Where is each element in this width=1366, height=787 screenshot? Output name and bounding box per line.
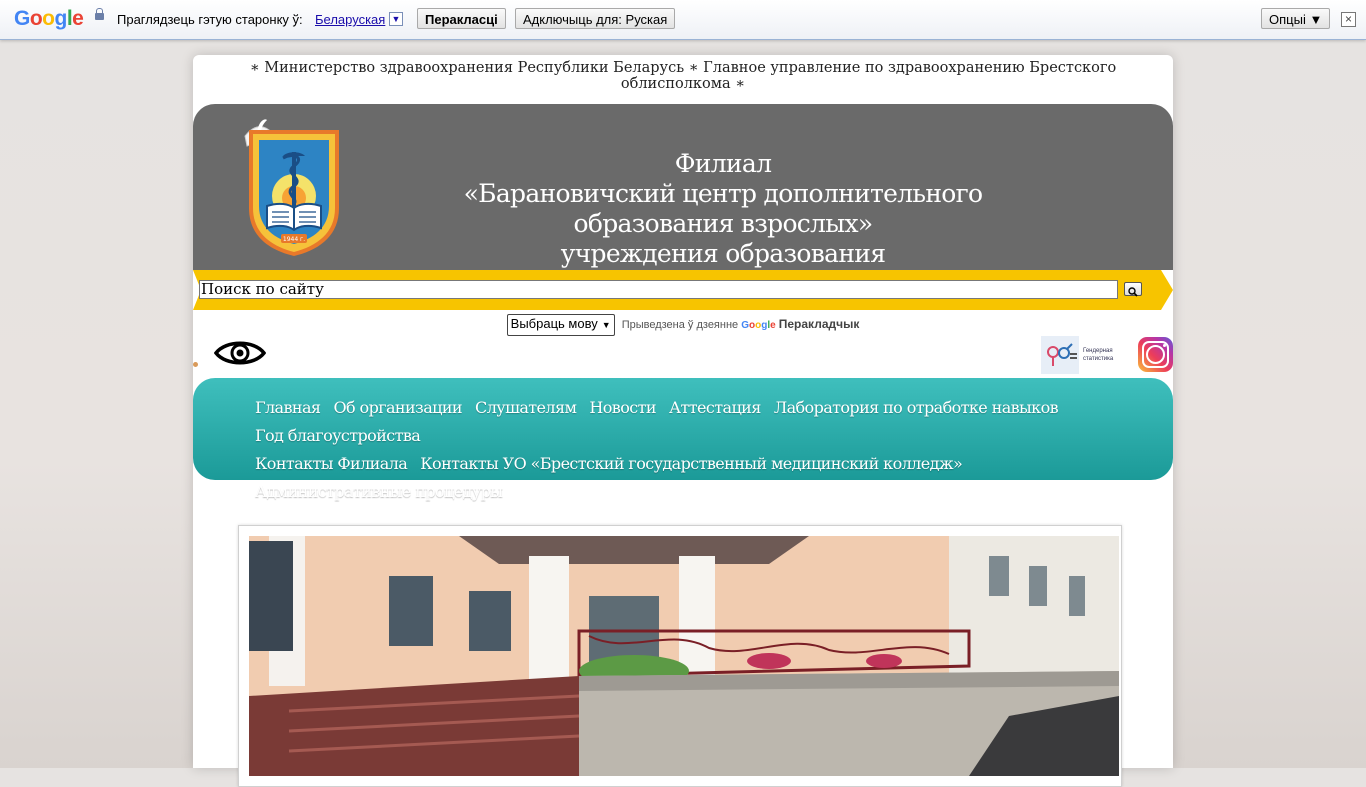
nav-item-news[interactable]: Новости [589, 398, 656, 417]
eye-icon[interactable] [214, 338, 266, 368]
page-container: ∗ Министерство здравоохранения Республик… [193, 55, 1173, 787]
college-emblem-icon: 1944 г. [244, 119, 339, 256]
instagram-icon[interactable] [1138, 337, 1173, 372]
translate-widget: Выбраць мову ▼ Прыведзена ў дзеянне Googl… [193, 314, 1173, 336]
site-header: 1944 г. Филиал «Барановичский центр допо… [193, 104, 1173, 328]
gender-label-line: Гендерная [1083, 348, 1113, 354]
google-small-logo: Google [741, 319, 776, 331]
gender-statistics-badge[interactable]: Гендерная статистика [1041, 336, 1119, 374]
nav-item-branch-contacts[interactable]: Контакты Филиала [255, 454, 408, 473]
translator-link[interactable]: Перакладчык [779, 317, 860, 331]
nav-row: Главная Об организации Слушателям Новост… [255, 394, 1115, 450]
powered-by-text: Прыведзена ў дзеянне [621, 318, 739, 331]
main-navigation: Главная Об организации Слушателям Новост… [193, 378, 1173, 501]
svg-text:1944 г.: 1944 г. [283, 236, 305, 243]
photo-frame [238, 525, 1122, 787]
search-band: Поиск по сайту [193, 270, 1173, 310]
title-line: Филиал [674, 149, 772, 178]
nav-item-home[interactable]: Главная [255, 398, 321, 417]
google-translate-bar: Google Праглядзець гэтую старонку ў: Бел… [0, 0, 1366, 40]
google-logo: Google [14, 7, 84, 30]
nav-item-year[interactable]: Год благоустройства [255, 426, 421, 445]
search-input[interactable]: Поиск по сайту [199, 280, 1118, 299]
bullet-dot [193, 362, 198, 367]
nav-item-college-contacts[interactable]: Контакты УО «Брестский государственный м… [420, 454, 962, 473]
gender-label-line: статистика [1083, 356, 1114, 362]
nav-item-students[interactable]: Слушателям [475, 398, 577, 417]
turn-off-button[interactable]: Адключыць для: Руская [515, 8, 676, 29]
title-line: «Барановичский центр дополнительного обр… [463, 179, 984, 238]
nav-item-about[interactable]: Об организации [334, 398, 463, 417]
ministry-line: ∗ Министерство здравоохранения Республик… [249, 60, 1117, 92]
language-dropdown-icon[interactable]: ▼ [389, 12, 403, 26]
translate-prompt: Праглядзець гэтую старонку ў: [117, 12, 303, 27]
nav-item-admin-procedures[interactable]: Административные процедуры [255, 482, 503, 501]
nav-item-attestation[interactable]: Аттестация [669, 398, 761, 417]
lock-icon [95, 8, 104, 20]
nav-item-skills-lab[interactable]: Лаборатория по отработке навыков [774, 398, 1059, 417]
close-icon[interactable]: × [1341, 12, 1356, 27]
magnifier-icon [1128, 287, 1138, 297]
language-select[interactable]: Выбраць мову ▼ [506, 314, 615, 336]
options-button[interactable]: Опцыі ▼ [1261, 8, 1331, 29]
language-link[interactable]: Беларуская [315, 12, 385, 27]
search-button[interactable] [1124, 282, 1142, 297]
title-line: учреждения образования [560, 239, 886, 268]
nav-row: Контакты Филиала Контакты УО «Брестский … [255, 450, 1115, 506]
translate-button[interactable]: Перакласці [417, 8, 506, 29]
building-photo [249, 536, 1119, 776]
